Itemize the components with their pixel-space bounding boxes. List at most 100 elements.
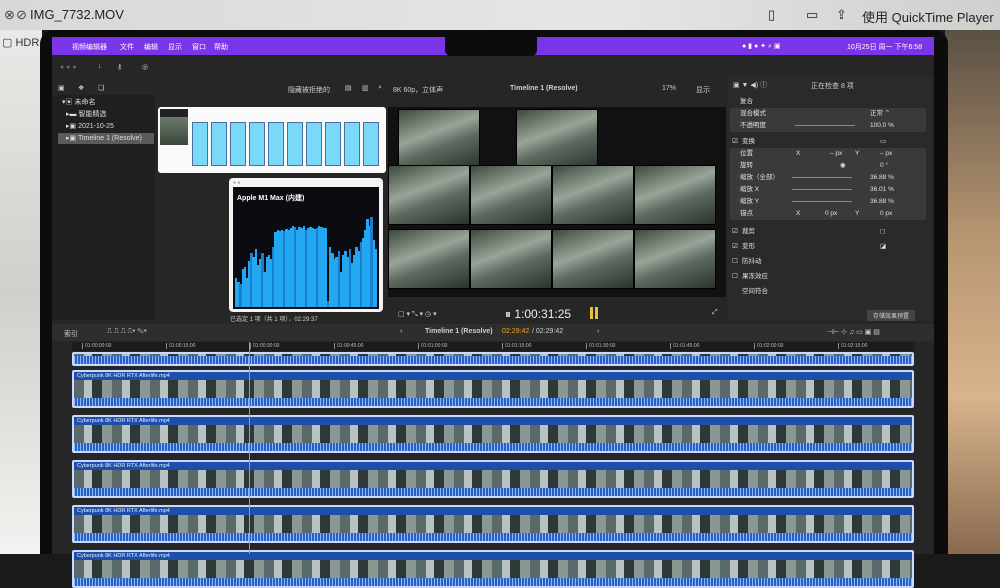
menu-window[interactable]: 窗口	[192, 42, 206, 52]
save-effects-preset-button[interactable]: 存储效果预置	[867, 310, 916, 321]
stabilization-section[interactable]: ☐ 防抖动	[730, 256, 926, 268]
crop-icon[interactable]: ◻	[880, 226, 885, 238]
background-left	[0, 30, 42, 554]
titles-icon[interactable]: ❏	[98, 84, 104, 92]
close-icon[interactable]: ⊗	[4, 7, 15, 23]
clip-name: Cyberpunk 8K HDR RTX Afterlife.mp4	[77, 418, 170, 424]
value[interactable]: 100.0 %	[870, 120, 894, 132]
sidebar-item-event[interactable]: ▸▣ 2021-10-25	[58, 121, 154, 132]
blend-mode-select[interactable]: 正常 ⌃	[870, 108, 890, 120]
minimize-icon[interactable]: ⊘	[16, 7, 27, 23]
timeline-clip[interactable]: Cyberpunk 8K HDR RTX Afterlife.mp4	[72, 415, 914, 453]
value[interactable]: 36.01 %	[870, 184, 894, 196]
timeline-ruler[interactable]: 01:00:00:00 01:00:15:00 01:00:30:00 01:00:4…	[72, 342, 914, 351]
viewer[interactable]	[388, 107, 726, 297]
label: 缩放（全部）	[740, 174, 779, 181]
compositing-section[interactable]: 复合	[730, 96, 926, 108]
list-view-icon[interactable]: ▥	[362, 84, 369, 92]
value[interactable]: 36.88 %	[870, 196, 894, 208]
rolling-shutter-section[interactable]: ☐ 果冻效应	[730, 271, 926, 283]
search-icon[interactable]: ⌕	[378, 84, 382, 92]
library-icon[interactable]: ▣	[58, 84, 65, 92]
distort-icon[interactable]: ◪	[880, 241, 886, 253]
gpu-bar	[324, 228, 328, 307]
timeline-toolbar: 索引 ⎍ ⎍ ⎍ ⎍▾ ✎▾ ‹ Timeline 1 (Resolve) 02…	[52, 324, 934, 341]
menu-clock: 10月25日 周一 下午6:58	[847, 44, 923, 51]
fullscreen-icon[interactable]: ⤢	[712, 309, 718, 317]
playhead[interactable]	[249, 342, 250, 554]
status-icons: ● ▮ ● ✦ ⌕ ▣	[742, 43, 781, 50]
value[interactable]: 0 px	[825, 208, 837, 220]
timecode: 1:00:31:25	[514, 307, 572, 321]
timeline-name[interactable]: Timeline 1 (Resolve)	[425, 328, 493, 335]
filmstrip-frame	[344, 122, 360, 166]
y: Y	[855, 210, 860, 217]
timeline-clip[interactable]: Cyberpunk 8K HDR RTX Afterlife.mp4	[72, 460, 914, 498]
value[interactable]: – px	[880, 148, 892, 160]
menu-help[interactable]: 帮助	[214, 42, 228, 52]
ruler-tick: 01:00:15:00	[166, 343, 195, 349]
photos-icon[interactable]: ❖	[78, 84, 84, 92]
scale-x-row: 缩放 X 36.01 %	[730, 184, 926, 196]
window-controls[interactable]: ● ●	[233, 180, 240, 186]
label: 空间符合	[742, 288, 768, 295]
filter-dropdown[interactable]: 隐藏被拒绝的	[288, 85, 330, 95]
ruler-tick: 01:01:00:00	[418, 343, 447, 349]
slider[interactable]	[792, 201, 852, 202]
menu-view[interactable]: 显示	[168, 42, 182, 52]
index-button[interactable]: 索引	[64, 329, 78, 339]
transform-section[interactable]: ☑ 变换 ▭	[730, 136, 926, 148]
menu-app[interactable]: 视频编辑器	[72, 42, 107, 52]
inspector-tabs[interactable]: ▣ ▼ ◀) ⓘ	[733, 80, 767, 90]
share-icon[interactable]: ⇪	[836, 7, 847, 23]
value[interactable]: 36.88 %	[870, 172, 894, 184]
filmstrip-frame	[306, 122, 322, 166]
sidebar-item-smart-collections[interactable]: ▸▬ 智能精选	[58, 109, 154, 120]
video-frame	[470, 165, 552, 225]
transform-tools[interactable]: ▢ ▾ ⤡ ▾ ◷ ▾	[398, 310, 437, 319]
timeline-controls[interactable]: ⊣⊢ ⊹ ♫ ▭ ▣ ▤	[827, 328, 880, 336]
trim-icon[interactable]: ▭	[806, 7, 818, 23]
timeline-clip[interactable]: Cyberpunk 8K HDR RTX Afterlife.mp4	[72, 505, 914, 543]
opacity-slider[interactable]	[795, 125, 855, 126]
back-icon[interactable]: ‹	[400, 328, 402, 335]
timeline-clip[interactable]: Cyberpunk 8K HDR RTX Afterlife.mp4	[72, 370, 914, 408]
rotation-dial[interactable]: ◉	[840, 160, 846, 172]
edit-buttons[interactable]: ⎍ ⎍ ⎍ ⎍▾ ✎▾	[107, 328, 147, 336]
timeline-clip[interactable]	[72, 352, 914, 366]
sidebar-item-timeline[interactable]: ▸▣ Timeline 1 (Resolve)	[58, 133, 154, 144]
keyword-icon[interactable]: ⚷	[117, 63, 122, 71]
audio-meters[interactable]	[590, 307, 598, 319]
window-controls[interactable]: ● ● ●	[60, 64, 77, 71]
sidebar-item-library[interactable]: ▾▣ 未命名	[58, 97, 154, 108]
zoom-level[interactable]: 17%	[662, 85, 676, 92]
background-tasks-icon[interactable]: ◎	[142, 63, 148, 71]
transform-overlay-icon[interactable]: ▭	[880, 136, 886, 148]
clip-appearance-icon[interactable]: ▤	[345, 84, 352, 92]
timecode-display[interactable]: ⏸ 1:00:31:25	[505, 307, 571, 322]
import-icon[interactable]: ↓	[98, 63, 102, 70]
menu-edit[interactable]: 编辑	[144, 42, 158, 52]
distort-section[interactable]: ☑ 变形 ◪	[730, 241, 926, 253]
y: Y	[855, 150, 860, 157]
inspector-header: 正在检查 8 项	[811, 83, 854, 90]
slider[interactable]	[792, 189, 852, 190]
rotate-icon[interactable]: ▯	[768, 7, 775, 23]
ruler-tick: 01:02:00:00	[754, 343, 783, 349]
spatial-conform-section[interactable]: 空间符合	[730, 286, 926, 298]
value[interactable]: – px	[830, 148, 842, 160]
view-dropdown[interactable]: 显示	[696, 85, 710, 95]
activity-monitor-gpu-window[interactable]: ● ● Apple M1 Max (内建)	[229, 178, 383, 312]
forward-icon[interactable]: ›	[597, 328, 599, 335]
clip-thumbnail-overlay[interactable]	[158, 107, 386, 173]
ruler-tick: 01:01:15:00	[502, 343, 531, 349]
video-frame	[516, 109, 598, 169]
crop-section[interactable]: ☑ 裁剪 ◻	[730, 226, 926, 238]
scale-all-row: 缩放（全部） 36.88 %	[730, 172, 926, 184]
value[interactable]: 0 °	[880, 160, 888, 172]
anchor-row: 锚点 X 0 px Y 0 px	[730, 208, 926, 220]
menu-file[interactable]: 文件	[120, 42, 134, 52]
timeline-clip[interactable]: Cyberpunk 8K HDR RTX Afterlife.mp4	[72, 550, 914, 588]
value[interactable]: 0 px	[880, 208, 892, 220]
slider[interactable]	[792, 177, 852, 178]
